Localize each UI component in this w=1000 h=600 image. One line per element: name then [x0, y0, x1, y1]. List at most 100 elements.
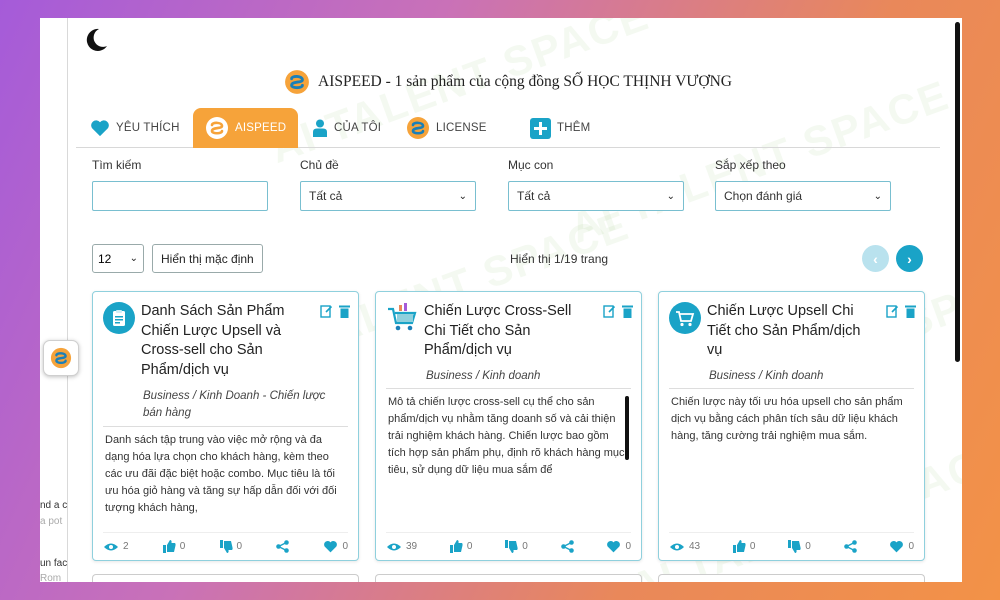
card-divider: [386, 388, 631, 389]
chevron-down-icon: ⌄: [129, 253, 138, 264]
search-input[interactable]: [92, 181, 268, 211]
previous-page-button[interactable]: ‹: [862, 245, 889, 272]
chevron-down-icon: ⌄: [458, 190, 467, 202]
subtopic-select[interactable]: Tất cả ⌄: [508, 181, 684, 211]
prompt-card-partial[interactable]: [92, 574, 359, 582]
edit-icon[interactable]: [320, 304, 333, 318]
dislikes-value: 0: [522, 541, 528, 552]
sort-select[interactable]: Chọn đánh giá ⌄: [715, 181, 891, 211]
like-button[interactable]: 0: [732, 540, 755, 553]
views-value: 39: [406, 541, 418, 552]
card-stats: 43 0 0 0: [669, 532, 914, 560]
eye-icon: [387, 543, 401, 550]
delete-icon[interactable]: [339, 304, 350, 318]
topic-select[interactable]: Tất cả ⌄: [300, 181, 476, 211]
tab-label: AISPEED: [235, 122, 287, 134]
dislike-button[interactable]: 0: [505, 540, 528, 553]
views-count: 2: [103, 541, 129, 552]
card-title[interactable]: Danh Sách Sản Phẩm Chiến Lược Upsell và …: [141, 302, 301, 380]
card-actions: [886, 304, 916, 318]
page-scrollbar[interactable]: [955, 22, 960, 362]
edit-icon[interactable]: [886, 304, 899, 318]
share-button[interactable]: [843, 540, 857, 553]
prompt-card-partial[interactable]: [375, 574, 642, 582]
card-header: Danh Sách Sản Phẩm Chiến Lược Upsell và …: [103, 302, 348, 380]
prompt-card[interactable]: Danh Sách Sản Phẩm Chiến Lược Upsell và …: [92, 291, 359, 561]
description-scrollbar[interactable]: [625, 396, 629, 460]
tab-mine[interactable]: CỦA TÔI: [312, 108, 381, 148]
like-button[interactable]: 0: [162, 540, 186, 553]
thumbs-up-icon: [162, 540, 176, 553]
edit-icon[interactable]: [603, 304, 616, 318]
default-view-label: Hiển thị mặc định: [161, 251, 254, 266]
chevron-down-icon: ⌄: [666, 190, 675, 202]
app-window: AI TALENT SPACE AI TALENT SPACE AI TALEN…: [40, 18, 962, 582]
card-category: Business / Kinh doanh: [426, 370, 541, 382]
dark-mode-toggle[interactable]: [82, 26, 110, 59]
default-view-button[interactable]: Hiển thị mặc định: [152, 244, 263, 273]
tab-favorites[interactable]: YÊU THÍCH: [90, 108, 180, 148]
dislike-button[interactable]: 0: [788, 540, 811, 553]
cart-icon: [676, 311, 695, 327]
eye-icon: [104, 543, 118, 550]
sort-label: Sắp xếp theo: [715, 158, 786, 172]
like-button[interactable]: 0: [449, 540, 472, 553]
card-category: Business / Kinh doanh: [709, 370, 824, 382]
dislikes-value: 0: [236, 541, 243, 552]
thumbs-down-icon: [788, 540, 801, 553]
dislike-button[interactable]: 0: [219, 540, 243, 553]
card-description: Mô tả chiến lược cross-sell cụ thể cho s…: [388, 396, 625, 476]
likes-value: 0: [179, 541, 186, 552]
card-stats: 39 0 0 0: [386, 532, 631, 560]
chevron-left-icon: ‹: [873, 250, 878, 267]
aispeed-launcher-button[interactable]: [43, 340, 79, 376]
hearts-value: 0: [342, 541, 348, 552]
license-logo-icon: [407, 117, 429, 139]
tab-license[interactable]: LICENSE: [406, 108, 487, 148]
favorite-button[interactable]: 0: [606, 540, 631, 553]
favorite-button[interactable]: 0: [889, 540, 914, 553]
card-divider: [669, 388, 914, 389]
thumbs-up-icon: [449, 540, 463, 553]
share-icon: [843, 540, 857, 553]
prompt-card[interactable]: Chiến Lược Cross-Sell Chi Tiết cho Sản P…: [375, 291, 642, 561]
next-page-button[interactable]: ›: [896, 245, 923, 272]
background-window-strip: nd a c a pot un fac Rom: [40, 18, 68, 582]
tab-label: YÊU THÍCH: [116, 122, 180, 134]
search-label: Tìm kiếm: [92, 158, 142, 172]
page-size-select[interactable]: 12 ⌄: [92, 244, 144, 273]
share-button[interactable]: [276, 540, 290, 553]
prompt-card[interactable]: Chiến Lược Upsell Chi Tiết cho Sản Phẩm/…: [658, 291, 925, 561]
page-size-value: 12: [98, 251, 112, 266]
card-header: Chiến Lược Cross-Sell Chi Tiết cho Sản P…: [386, 302, 631, 361]
card-description: Danh sách tập trung vào việc mở rộng và …: [105, 434, 337, 514]
tab-aispeed[interactable]: AISPEED: [193, 108, 299, 148]
prompt-card-partial[interactable]: [658, 574, 925, 582]
cart-badge-icon: [669, 302, 701, 334]
card-actions: [320, 304, 350, 318]
card-title[interactable]: Chiến Lược Cross-Sell Chi Tiết cho Sản P…: [424, 302, 584, 361]
card-title[interactable]: Chiến Lược Upsell Chi Tiết cho Sản Phẩm/…: [707, 302, 867, 361]
views-count: 43: [669, 541, 700, 552]
delete-icon[interactable]: [905, 304, 916, 318]
share-button[interactable]: [560, 540, 574, 553]
views-value: 2: [123, 541, 129, 552]
heart-icon: [91, 120, 109, 137]
aispeed-logo-icon: [206, 117, 228, 139]
delete-icon[interactable]: [622, 304, 633, 318]
card-stats: 2 0 0 0: [103, 532, 348, 560]
dislikes-value: 0: [805, 541, 811, 552]
views-value: 43: [689, 541, 701, 552]
chevron-down-icon: ⌄: [873, 190, 882, 202]
topic-label: Chủ đề: [300, 158, 339, 172]
card-description: Chiến lược này tối ưu hóa upsell cho sản…: [671, 396, 903, 442]
subtopic-label: Mục con: [508, 158, 554, 172]
card-actions: [603, 304, 633, 318]
tab-more[interactable]: THÊM: [530, 108, 590, 148]
favorite-button[interactable]: 0: [323, 540, 348, 553]
tab-bar: YÊU THÍCH AISPEED CỦA TÔI LICENSE THÊM: [76, 108, 940, 148]
card-divider: [103, 426, 348, 427]
tab-label: CỦA TÔI: [334, 122, 382, 134]
heart-icon: [324, 541, 338, 553]
background-text: nd a c: [40, 500, 68, 511]
